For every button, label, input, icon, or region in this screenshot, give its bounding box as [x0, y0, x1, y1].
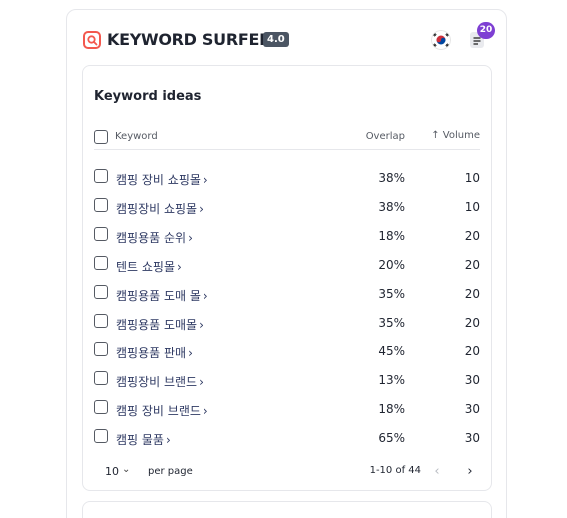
chevron-right-icon: › [199, 201, 204, 216]
row-checkbox[interactable] [94, 226, 108, 241]
keyword-surfer-panel: KEYWORD SURFER 4.0 20 Keyword ideas Keyw… [66, 9, 507, 518]
volume-value: 10 [464, 199, 480, 214]
row-checkbox[interactable] [94, 400, 108, 415]
row-checkbox[interactable] [94, 313, 108, 328]
table-row: 캠핑용품 도매 몰 › 35% 20 [83, 279, 491, 308]
overlap-value: 35% [378, 286, 405, 301]
keyword-text: 텐트 쇼핑몰 [116, 259, 176, 274]
overlap-value: 13% [378, 373, 405, 388]
keyword-link[interactable]: 캠핑용품 순위 › [116, 229, 193, 246]
chevron-right-icon: › [188, 230, 193, 245]
keyword-link[interactable]: 캠핑 장비 브랜드 › [116, 402, 208, 419]
next-page-button[interactable]: › [460, 461, 480, 483]
table-row: 캠핑용품 도매몰 › 35% 20 [83, 308, 491, 337]
panel-header: KEYWORD SURFER 4.0 20 [67, 10, 506, 64]
table-row: 캠핑 장비 브랜드 › 18% 30 [83, 394, 491, 423]
keyword-link[interactable]: 캠핑용품 도매몰 › [116, 316, 204, 333]
row-checkbox[interactable] [94, 197, 108, 212]
previous-page-button[interactable]: ‹ [427, 461, 447, 483]
table-row: 캠핑 물품 › 65% 30 [83, 423, 491, 452]
volume-value: 20 [464, 344, 480, 359]
next-section-card [82, 501, 492, 518]
keyword-link[interactable]: 캠핑 물품 › [116, 431, 171, 448]
keyword-link[interactable]: 텐트 쇼핑몰 › [116, 258, 182, 275]
korea-flag-icon[interactable] [431, 30, 451, 50]
notification-count-badge: 20 [477, 22, 495, 39]
row-checkbox[interactable] [94, 429, 108, 444]
overlap-value: 35% [378, 315, 405, 330]
table-row: 캠핑장비 쇼핑몰 › 38% 10 [83, 192, 491, 221]
keyword-link[interactable]: 캠핑장비 브랜드 › [116, 373, 204, 390]
chevron-right-icon: › [177, 259, 182, 274]
per-page-label: per page [148, 466, 193, 477]
volume-value: 30 [464, 402, 480, 417]
chevron-right-icon: › [202, 173, 208, 187]
keyword-link[interactable]: 캠핑용품 도매 몰 › [116, 287, 208, 304]
volume-value: 20 [464, 286, 480, 301]
table-row: 텐트 쇼핑몰 › 20% 20 [83, 250, 491, 279]
keyword-text: 캠핑용품 도매 몰 [116, 288, 201, 303]
row-checkbox[interactable] [94, 284, 108, 299]
keyword-text: 캠핑 장비 브랜드 [116, 404, 201, 419]
overlap-value: 18% [378, 402, 405, 417]
overlap-value: 38% [378, 171, 405, 185]
keyword-link[interactable]: 캠핑 장비 쇼핑몰 › [116, 171, 208, 188]
per-page-select[interactable]: 10 ⌄ [94, 461, 138, 483]
chevron-right-icon: › [165, 433, 171, 448]
volume-value: 30 [464, 431, 480, 446]
chevron-right-icon: › [199, 375, 204, 390]
chevron-right-icon: › [188, 346, 193, 361]
table-row: 캠핑용품 판매 › 45% 20 [83, 336, 491, 365]
column-header-volume-label: Volume [442, 130, 480, 141]
table-row: 캠핑 장비 쇼핑몰 › 38% 10 [83, 163, 491, 192]
sort-ascending-icon: ↑ [431, 130, 440, 141]
chevron-right-icon: › [202, 288, 208, 303]
page-range-text: 1-10 of 44 [369, 465, 421, 476]
select-all-checkbox[interactable] [94, 130, 108, 144]
per-page-value: 10 [105, 465, 119, 478]
keyword-text: 캠핑용품 도매몰 [116, 317, 198, 332]
column-header-volume[interactable]: ↑ Volume [431, 130, 480, 141]
keyword-ideas-card: Keyword ideas Keyword Overlap ↑ Volume 캠… [82, 65, 492, 491]
card-title: Keyword ideas [94, 89, 202, 104]
overlap-value: 20% [378, 257, 405, 272]
volume-value: 10 [464, 171, 480, 185]
volume-value: 20 [464, 315, 480, 330]
keyword-text: 캠핑 장비 쇼핑몰 [116, 173, 201, 187]
keyword-text: 캠핑장비 쇼핑몰 [116, 201, 198, 216]
surfer-logo-icon [83, 31, 101, 49]
header-divider [94, 149, 480, 150]
overlap-value: 45% [378, 344, 405, 359]
column-header-overlap[interactable]: Overlap [366, 131, 405, 142]
chevron-down-icon: ⌄ [122, 464, 131, 475]
table-row: 캠핑용품 순위 › 18% 20 [83, 221, 491, 250]
app-brand-title: KEYWORD SURFER [107, 30, 272, 49]
row-checkbox[interactable] [94, 342, 108, 357]
chevron-right-icon: › [199, 317, 204, 332]
overlap-value: 18% [378, 228, 405, 243]
version-badge: 4.0 [263, 32, 289, 47]
keyword-text: 캠핑용품 판매 [116, 346, 187, 361]
volume-value: 30 [464, 373, 480, 388]
row-checkbox[interactable] [94, 255, 108, 270]
table-row: 캠핑장비 브랜드 › 13% 30 [83, 365, 491, 394]
keyword-text: 캠핑용품 순위 [116, 230, 187, 245]
volume-value: 20 [464, 228, 480, 243]
keyword-link[interactable]: 캠핑장비 쇼핑몰 › [116, 200, 204, 217]
table-header: Keyword Overlap ↑ Volume [83, 119, 491, 149]
chevron-right-icon: › [202, 404, 208, 419]
column-header-keyword: Keyword [115, 131, 158, 142]
overlap-value: 65% [378, 431, 405, 446]
keyword-text: 캠핑 물품 [116, 433, 164, 448]
pagination-bar: 10 ⌄ per page 1-10 of 44 ‹ › [83, 459, 491, 487]
keyword-link[interactable]: 캠핑용품 판매 › [116, 344, 193, 361]
row-checkbox[interactable] [94, 169, 108, 183]
keyword-text: 캠핑장비 브랜드 [116, 375, 198, 390]
row-checkbox[interactable] [94, 371, 108, 386]
overlap-value: 38% [378, 199, 405, 214]
volume-value: 20 [464, 257, 480, 272]
